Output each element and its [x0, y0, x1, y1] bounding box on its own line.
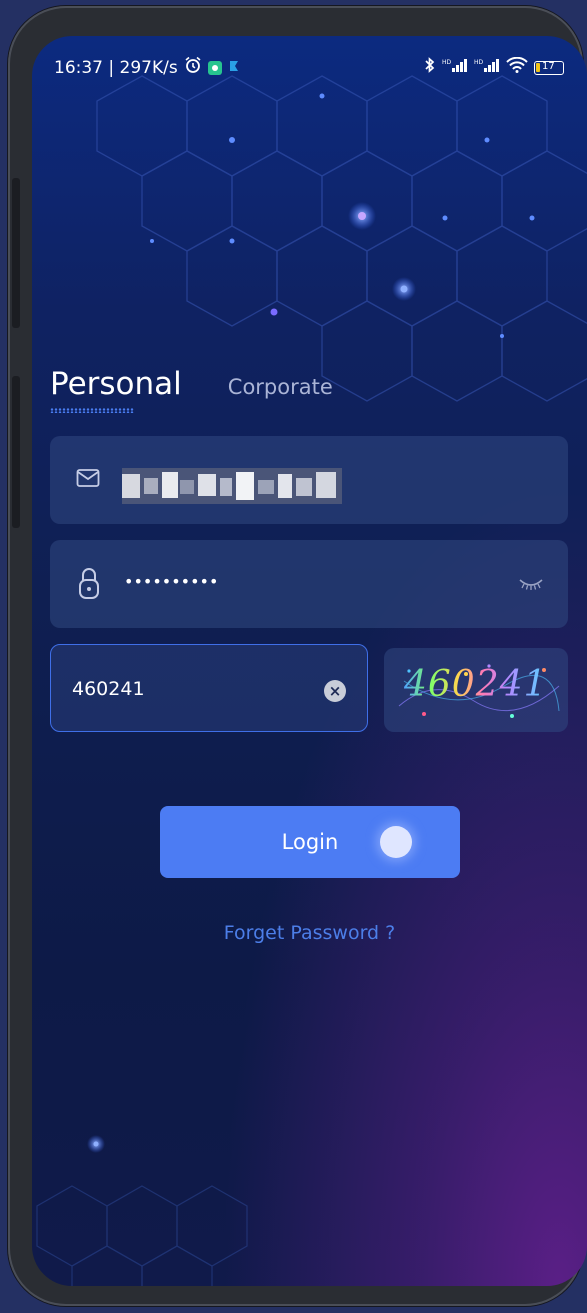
captcha-text: 460241 — [404, 664, 547, 705]
signal-hd-icon: HD — [474, 57, 500, 78]
alarm-icon — [184, 56, 202, 79]
app-screen: 16:37 | 297K/s HD HD 17 Personal Corpora… — [32, 36, 587, 1286]
tab-corporate[interactable]: Corporate — [228, 375, 333, 399]
status-bar: 16:37 | 297K/s HD HD 17 — [54, 56, 564, 78]
login-button-label: Login — [281, 830, 339, 854]
svg-text:HD: HD — [442, 59, 452, 66]
wifi-icon — [506, 56, 528, 78]
password-value: •••••••••• — [124, 572, 219, 591]
svg-text:HD: HD — [474, 59, 484, 66]
bluetooth-icon — [424, 56, 436, 79]
signal-hd-icon: HD — [442, 57, 468, 78]
clear-icon[interactable]: × — [324, 680, 346, 702]
battery-level: 17 — [542, 60, 555, 72]
status-time-speed: 16:37 | 297K/s — [54, 57, 178, 78]
login-button[interactable]: Login — [160, 806, 460, 878]
lock-icon — [78, 566, 100, 604]
account-type-tabs: Personal Corporate — [50, 366, 333, 402]
touch-indicator — [380, 826, 412, 858]
hexagon-footer-background — [36, 1135, 248, 1286]
email-redacted-value — [122, 468, 342, 504]
forget-password-link[interactable]: Forget Password ? — [32, 922, 587, 944]
verification-code-value: 460241 — [72, 678, 145, 700]
tab-personal[interactable]: Personal — [50, 366, 182, 402]
eye-closed-icon[interactable] — [518, 576, 544, 595]
cast-icon — [228, 58, 242, 78]
power-button — [12, 376, 20, 528]
captcha-digit: 460241 — [404, 664, 548, 705]
app-notification-icon — [207, 60, 222, 75]
mail-icon — [76, 468, 100, 492]
phone-frame: 16:37 | 297K/s HD HD 17 Personal Corpora… — [8, 6, 587, 1306]
tab-indicator — [50, 408, 134, 413]
volume-button — [12, 178, 20, 328]
battery-icon: 17 — [534, 60, 564, 75]
